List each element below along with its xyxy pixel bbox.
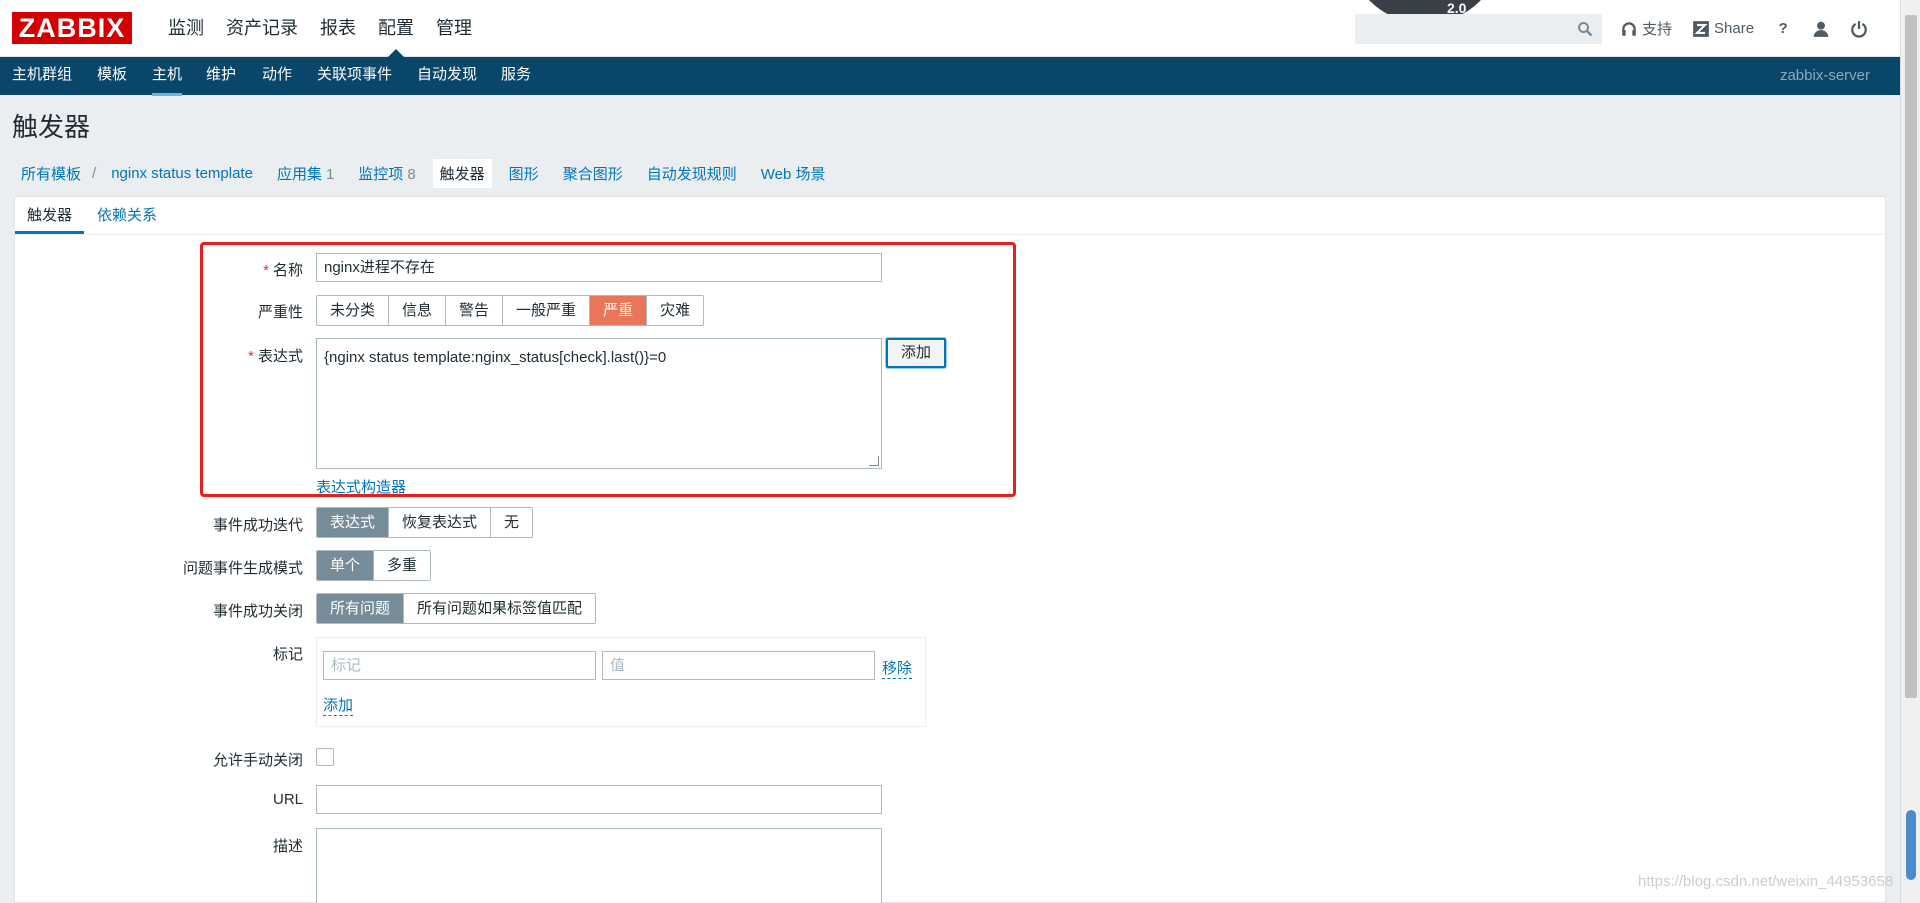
url-label: URL [272,791,303,808]
menu-configuration[interactable]: 配置 [367,0,425,57]
tag-value-input[interactable]: 值 [602,651,875,680]
crumb-applications-count: 1 [325,165,335,183]
crumb-discovery-rules[interactable]: 自动发现规则 [640,159,744,188]
ok-close-tag-match[interactable]: 所有问题如果标签值匹配 [404,594,595,623]
menu-inventory[interactable]: 资产记录 [215,0,309,57]
zabbix-logo[interactable]: ZABBIX [12,12,132,44]
thermometer-widget-icon [1906,810,1916,880]
share-label: Share [1714,20,1755,37]
problem-mode-label: 问题事件生成模式 [182,560,303,577]
ok-close-all-problems[interactable]: 所有问题 [317,594,405,623]
sub-navigation: 主机群组 模板 主机 维护 动作 关联项事件 自动发现 服务 zabbix-se… [0,57,1900,96]
user-icon[interactable] [1812,20,1830,38]
tags-label: 标记 [272,646,303,663]
support-link[interactable]: 支持 [1620,18,1672,39]
share-link[interactable]: Share [1692,20,1754,38]
ok-close-selector: 所有问题 所有问题如果标签值匹配 [316,593,597,624]
search-icon[interactable] [1577,21,1593,37]
menu-administration[interactable]: 管理 [425,0,483,57]
crumb-template[interactable]: nginx status template [104,161,260,186]
crumb-applications-label: 应用集 [276,165,322,183]
problem-mode-multiple[interactable]: 多重 [374,551,430,580]
subnav-discovery[interactable]: 自动发现 [417,57,477,93]
manual-close-label: 允许手动关闭 [212,752,303,769]
crumb-graphs[interactable]: 图形 [502,159,546,188]
url-input[interactable] [316,785,882,814]
problem-mode-selector: 单个 多重 [316,550,432,581]
crumb-separator: / [92,164,97,182]
ok-event-generation-selector: 表达式 恢复表达式 无 [316,507,534,538]
page-title: 触发器 [12,112,91,142]
manual-close-checkbox[interactable] [316,748,334,766]
subnav-maintenance[interactable]: 维护 [206,57,236,93]
top-links: 支持 Share ? [1620,0,1868,57]
tag-remove-link[interactable]: 移除 [882,657,913,679]
breadcrumb: 所有模板 / nginx status template 应用集 1 监控项 8 触… [14,158,842,188]
form-tabs: 触发器 依赖关系 [15,197,1885,235]
subnav-actions[interactable]: 动作 [262,57,292,93]
crumb-items[interactable]: 监控项 8 [351,159,422,188]
ok-gen-recovery-expression[interactable]: 恢复表达式 [389,508,492,537]
tag-name-input[interactable]: 标记 [323,651,596,680]
menu-reports[interactable]: 报表 [309,0,367,57]
ok-event-generation-label: 事件成功迭代 [212,517,303,534]
tab-trigger[interactable]: 触发器 [15,197,85,234]
subnav-templates[interactable]: 模板 [97,57,127,93]
page-scrollbar[interactable] [1900,0,1920,903]
tab-dependencies[interactable]: 依赖关系 [85,197,169,234]
crumb-screens[interactable]: 聚合图形 [556,159,630,188]
problem-mode-single[interactable]: 单个 [317,551,375,580]
subnav-hosts[interactable]: 主机 [152,57,183,96]
support-label: 支持 [1642,21,1673,38]
ok-gen-none[interactable]: 无 [491,508,532,537]
crumb-items-label: 监控项 [358,165,404,183]
crumb-applications[interactable]: 应用集 1 [270,159,341,188]
description-textarea[interactable] [316,828,882,903]
crumb-web-scenarios[interactable]: Web 场景 [754,159,833,188]
subnav-services[interactable]: 服务 [501,57,531,93]
crumb-triggers[interactable]: 触发器 [432,158,492,188]
headset-icon [1622,21,1636,36]
server-name: zabbix-server [1779,67,1870,84]
description-label: 描述 [272,838,303,855]
subnav-host-groups[interactable]: 主机群组 [12,57,72,93]
top-bar: ZABBIX 监测 资产记录 报表 配置 管理 2.0 支持 Share ? [0,0,1900,57]
help-icon[interactable]: ? [1774,20,1792,38]
subnav-correlation[interactable]: 关联项事件 [317,57,392,93]
power-icon[interactable] [1850,20,1868,38]
search-box [1355,14,1602,44]
tag-add-link[interactable]: 添加 [323,694,354,716]
scrollbar-thumb[interactable] [1905,15,1917,698]
crumb-all-templates[interactable]: 所有模板 [14,159,88,188]
ok-gen-expression[interactable]: 表达式 [317,508,390,537]
watermark: https://blog.csdn.net/weixin_44953658 [1638,873,1894,890]
menu-monitoring[interactable]: 监测 [157,0,215,57]
ok-close-label: 事件成功关闭 [212,603,303,620]
share-z-icon [1693,20,1709,37]
search-input[interactable] [1356,15,1566,43]
red-highlight-box [200,242,1016,497]
crumb-items-count: 8 [407,165,416,183]
main-menu: 监测 资产记录 报表 配置 管理 [157,0,483,57]
